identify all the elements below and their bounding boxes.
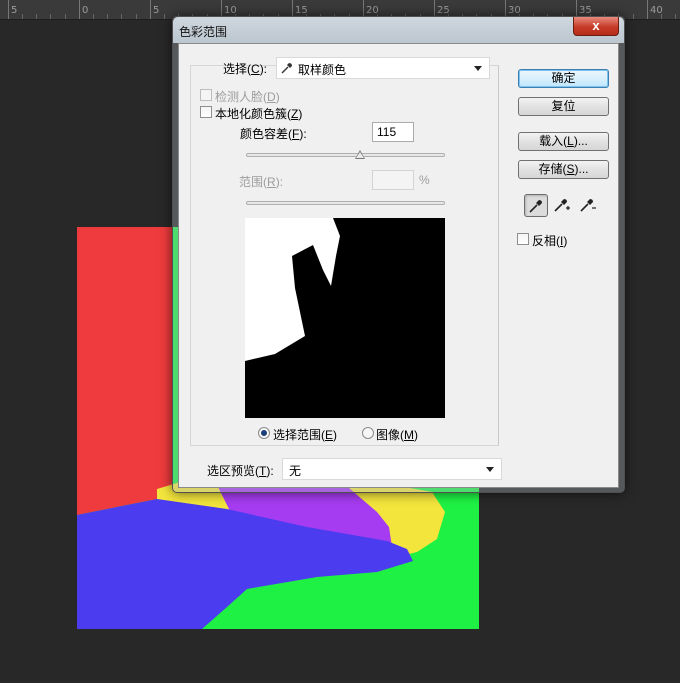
selection-preview-image[interactable] — [245, 218, 445, 418]
range-input[interactable] — [372, 170, 414, 190]
localized-clusters-checkbox[interactable] — [200, 106, 212, 118]
save-button[interactable]: 存储(S)... — [518, 160, 609, 179]
select-dropdown[interactable]: 取样颜色 — [276, 57, 490, 79]
select-value: 取样颜色 — [298, 63, 347, 77]
red-region — [77, 227, 173, 515]
select-label: 选择(C): — [223, 62, 268, 76]
view-selection-label: 选择范围(E) — [273, 428, 338, 442]
detect-faces-checkbox[interactable] — [200, 89, 212, 101]
load-button[interactable]: 载入(L)... — [518, 132, 609, 151]
fuzziness-slider-thumb[interactable] — [355, 150, 365, 159]
detect-faces-label: 检测人脸(D) — [215, 90, 280, 104]
invert-label: 反相(I) — [532, 234, 568, 248]
selection-preview-label: 选区预览(T): — [207, 464, 274, 478]
ruler-label: 0 — [82, 5, 89, 16]
view-image-radio[interactable] — [362, 427, 374, 439]
view-selection-radio[interactable] — [258, 427, 270, 439]
fuzziness-slider-track[interactable] — [246, 153, 445, 157]
dialog-body: 选择(C): 取样颜色 检测人脸(D) 本地化颜色簇(Z) 颜色容差(F): 1… — [178, 43, 619, 488]
range-slider-track[interactable] — [246, 201, 445, 205]
selection-preview-value: 无 — [289, 464, 302, 478]
subtract-from-sample-tool-button[interactable] — [576, 194, 600, 217]
add-to-sample-tool-button[interactable] — [550, 194, 574, 217]
selection-preview-dropdown[interactable]: 无 — [282, 458, 502, 480]
eyedropper-icon — [529, 200, 542, 213]
eyedropper-plus-icon — [554, 199, 570, 212]
reset-button[interactable]: 复位 — [518, 97, 609, 116]
view-image-label: 图像(M) — [376, 428, 419, 442]
close-button[interactable]: x — [573, 17, 619, 36]
chevron-down-icon — [474, 66, 482, 71]
chevron-down-icon — [486, 467, 494, 472]
eyedropper-icon — [281, 63, 292, 74]
localized-clusters-label: 本地化颜色簇(Z) — [215, 107, 303, 121]
invert-checkbox[interactable] — [517, 233, 529, 245]
range-unit: % — [419, 173, 430, 187]
dialog-title: 色彩范围 — [179, 25, 228, 39]
ok-button[interactable]: 确定 — [518, 69, 609, 88]
eyedropper-tool-button[interactable] — [524, 194, 548, 217]
close-icon: x — [592, 18, 600, 33]
fuzziness-input[interactable]: 115 — [372, 122, 414, 142]
range-label: 范围(R): — [239, 175, 284, 189]
dialog-titlebar[interactable]: 色彩范围 x — [173, 17, 624, 43]
fuzziness-label: 颜色容差(F): — [240, 127, 307, 141]
eyedropper-minus-icon — [580, 199, 596, 212]
ruler-label: 5 — [153, 5, 160, 16]
color-range-dialog: 色彩范围 x 选择(C): 取样颜色 检测人脸(D) 本地化颜色簇(Z) 颜色容… — [172, 16, 625, 493]
ruler-label: 5 — [11, 5, 18, 16]
